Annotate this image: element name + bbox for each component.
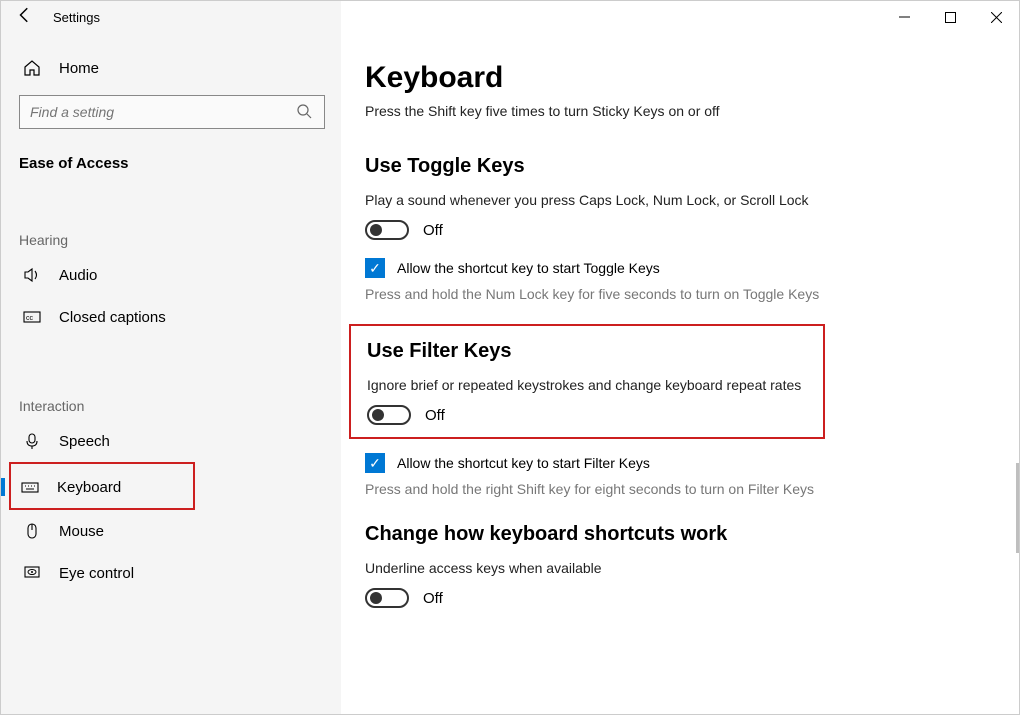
highlight-keyboard: Keyboard [9,462,195,510]
close-icon [991,12,1002,23]
sidebar-item-label: Closed captions [59,309,166,326]
home-icon [23,59,41,77]
toggle-keys-hint: Press and hold the Num Lock key for five… [365,286,835,302]
underline-access-keys-state: Off [423,590,443,607]
scrollbar[interactable] [1016,463,1019,553]
mouse-icon [23,522,41,540]
sidebar-item-mouse[interactable]: Mouse [19,510,325,552]
sidebar-item-label: Keyboard [57,479,121,496]
sidebar-item-label: Mouse [59,523,104,540]
minimize-button[interactable] [881,1,927,33]
category-label: Ease of Access [19,155,325,172]
page-title: Keyboard [365,61,995,95]
highlight-filter-keys: Use Filter Keys Ignore brief or repeated… [349,324,825,439]
toggle-keys-state: Off [423,222,443,239]
search-input[interactable] [30,104,296,120]
toggle-keys-desc: Play a sound whenever you press Caps Loc… [365,192,995,208]
titlebar: Settings [1,1,1019,33]
eye-control-icon [23,564,41,582]
underline-access-keys-switch[interactable] [365,588,409,608]
sidebar-item-label: Audio [59,267,97,284]
sidebar-item-speech[interactable]: Speech [19,420,325,462]
sidebar-item-label: Speech [59,433,110,450]
shortcuts-desc: Underline access keys when available [365,560,995,576]
sidebar-item-eye-control[interactable]: Eye control [19,552,325,594]
filter-keys-state: Off [425,407,445,424]
minimize-icon [899,12,910,23]
keyboard-icon [21,478,39,496]
window-title: Settings [53,10,100,25]
toggle-keys-heading: Use Toggle Keys [365,155,995,178]
section-interaction-label: Interaction [19,398,325,414]
filter-keys-shortcut-label: Allow the shortcut key to start Filter K… [397,455,650,471]
filter-keys-switch[interactable] [367,405,411,425]
toggle-keys-shortcut-label: Allow the shortcut key to start Toggle K… [397,260,660,276]
sidebar-home-label: Home [59,60,99,77]
sidebar-item-label: Eye control [59,565,134,582]
shortcuts-heading: Change how keyboard shortcuts work [365,523,995,546]
main-content: Keyboard Press the Shift key five times … [341,33,1019,714]
section-hearing-label: Hearing [19,232,325,248]
filter-keys-hint: Press and hold the right Shift key for e… [365,481,925,497]
search-box[interactable] [19,95,325,129]
sidebar-item-keyboard[interactable]: Keyboard [17,470,185,504]
sticky-keys-subtext: Press the Shift key five times to turn S… [365,103,995,119]
toggle-keys-switch[interactable] [365,220,409,240]
sidebar-item-audio[interactable]: Audio [19,254,325,296]
maximize-icon [945,12,956,23]
speaker-icon [23,266,41,284]
filter-keys-desc: Ignore brief or repeated keystrokes and … [367,377,809,393]
maximize-button[interactable] [927,1,973,33]
close-button[interactable] [973,1,1019,33]
sidebar: Home Ease of Access Hearing Audio cc Clo… [1,33,341,714]
microphone-icon [23,432,41,450]
search-icon [296,103,314,121]
filter-keys-shortcut-checkbox[interactable]: ✓ [365,453,385,473]
toggle-keys-shortcut-checkbox[interactable]: ✓ [365,258,385,278]
arrow-left-icon [16,6,34,24]
filter-keys-heading: Use Filter Keys [367,340,809,363]
svg-text:cc: cc [26,315,34,322]
sidebar-item-closed-captions[interactable]: cc Closed captions [19,296,325,338]
sidebar-home[interactable]: Home [19,49,325,87]
back-button[interactable] [1,6,49,29]
cc-icon: cc [23,308,41,326]
